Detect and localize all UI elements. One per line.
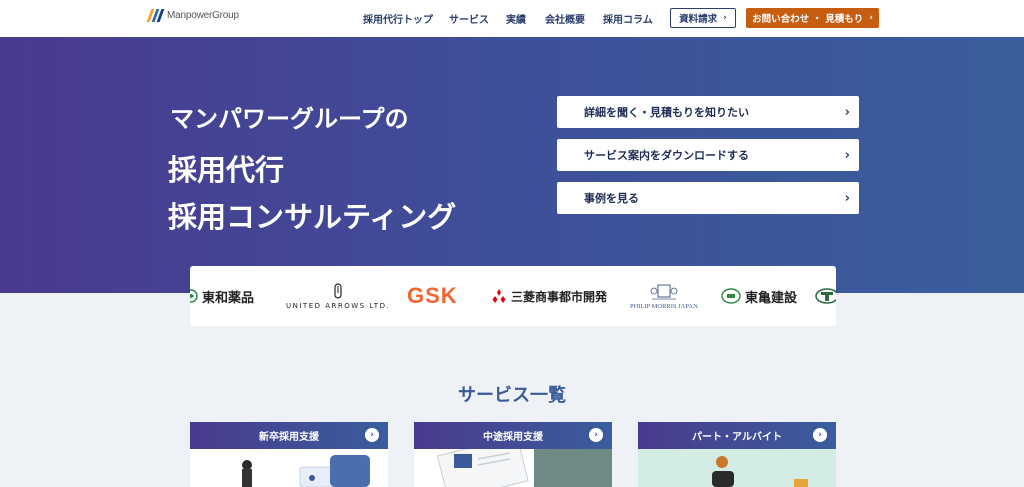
chevron-right-icon: › [844,104,850,120]
service-card-new-grad[interactable]: 新卒採用支援 › [190,422,388,487]
logo-text: ManpowerGroup [167,10,239,21]
towa-logo-text: 東和薬品 [202,290,255,306]
hero-heading-line1: マンパワーグループの [170,105,409,133]
nav-item-results[interactable]: 実績 [506,11,526,26]
tokyu-logo-text: 東亀建設 [745,290,798,306]
philip-morris-crest-icon [650,284,678,299]
arrow-right-circle-icon: › [365,428,379,442]
service-card-label: 新卒採用支援 [259,432,319,443]
nav-item-services[interactable]: サービス [449,11,489,26]
united-arrows-logo: UNITED ARROWS LTD. [286,266,390,326]
service-card-header: パート・アルバイト › [638,422,836,449]
gsk-logo-text: GSK [407,283,458,308]
hero-cases-label: 事例を見る [584,192,639,205]
service-card-part-time[interactable]: パート・アルバイト › [638,422,836,487]
mitsubishi-logo: 三菱商事都市開発 [491,266,607,326]
hero-inquiry-button[interactable]: 詳細を聞く・見積もりを知りたい › [557,96,859,128]
tokyu-logo: 東亀建設 [721,266,797,326]
philip-morris-logo: PHILIP MORRIS JAPAN [630,266,698,326]
request-documents-button[interactable]: 資料請求 › [670,8,736,28]
mid-career-illustration [414,435,612,487]
service-card-label: パート・アルバイト [692,432,782,443]
tokyu-mark-icon [721,288,741,304]
chevron-right-icon: › [844,190,850,206]
arrow-right-circle-icon: › [589,428,603,442]
new-grad-illustration [190,449,388,487]
services-section-title: サービス一覧 [458,385,566,406]
philip-morris-logo-text: PHILIP MORRIS JAPAN [630,302,698,310]
manpowergroup-logo[interactable]: ManpowerGroup [146,9,239,22]
client-logos-carousel[interactable]: 東和薬品 UNITED ARROWS LTD. GSK 三菱商事都市開発 PHI… [190,266,836,326]
hero-cases-button[interactable]: 事例を見る › [557,182,859,214]
site-header: ManpowerGroup 採用代行トップ サービス 実績 会社概要 採用コラム… [0,0,1024,37]
chevron-right-icon: › [869,13,873,23]
nav-item-recruit-top[interactable]: 採用代行トップ [363,11,433,26]
manpowergroup-logo-icon [146,9,165,22]
hero-heading-line3: 採用コンサルティング [168,200,457,234]
request-documents-label: 資料請求 [679,14,718,25]
mitsubishi-logo-text: 三菱商事都市開発 [511,289,608,304]
towa-logo: 東和薬品 [190,266,254,326]
gsk-logo: GSK [407,266,458,326]
service-card-header: 中途採用支援 › [414,422,612,449]
service-card-header: 新卒採用支援 › [190,422,388,449]
arrow-right-circle-icon: › [813,428,827,442]
hero-banner: マンパワーグループの 採用代行 採用コンサルティング 詳細を聞く・見積もりを知り… [0,37,1024,293]
united-arrows-mark-icon [334,282,342,299]
towa-mark-icon [190,289,198,303]
hero-heading-line2: 採用代行 [168,153,285,187]
united-arrows-logo-text: UNITED ARROWS LTD. [286,301,391,310]
nav-item-column[interactable]: 採用コラム [603,11,653,26]
green-round-mark-icon [815,288,836,304]
service-card-label: 中途採用支援 [483,432,543,443]
service-card-mid-career[interactable]: 中途採用支援 › [414,422,612,487]
part-time-illustration [638,449,836,487]
chevron-right-icon: › [723,13,727,23]
hero-inquiry-label: 詳細を聞く・見積もりを知りたい [584,106,749,119]
chevron-right-icon: › [844,147,850,163]
partial-logo [815,266,836,326]
mitsubishi-diamonds-icon [492,289,506,303]
hero-download-button[interactable]: サービス案内をダウンロードする › [557,139,859,171]
nav-item-company[interactable]: 会社概要 [545,11,585,26]
hero-download-label: サービス案内をダウンロードする [584,149,749,162]
contact-estimate-button[interactable]: お問い合わせ ・ 見積もり › [746,8,879,28]
contact-estimate-label: お問い合わせ ・ 見積もり [752,14,864,25]
